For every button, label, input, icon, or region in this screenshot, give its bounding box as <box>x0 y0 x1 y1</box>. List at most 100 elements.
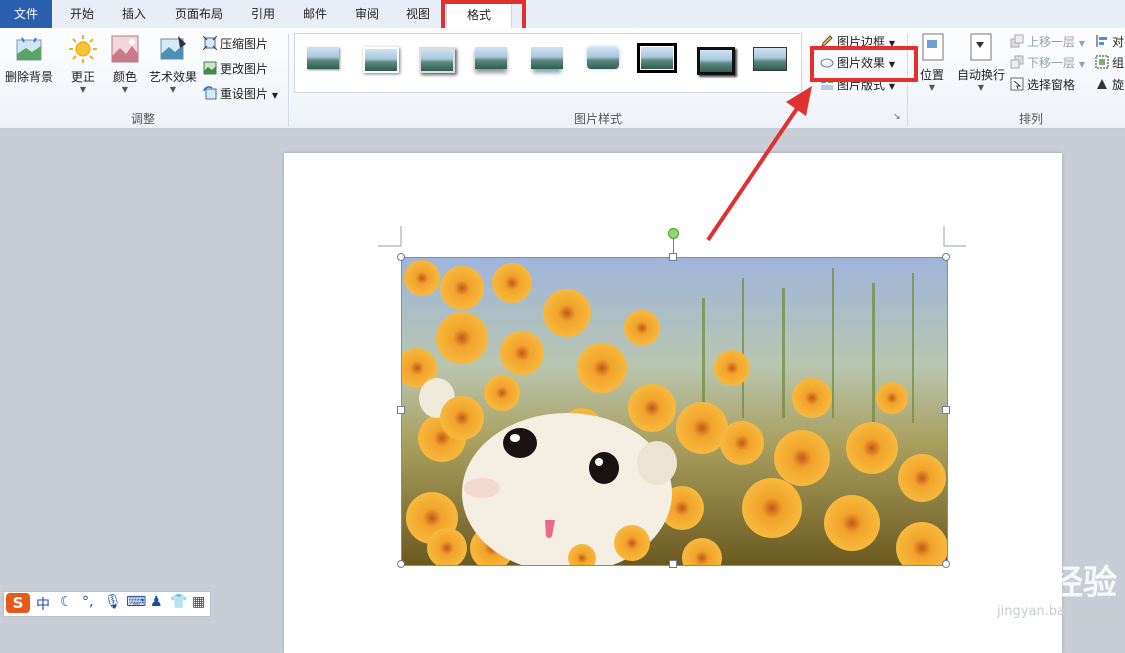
dialog-launcher-icon[interactable]: ↘ <box>893 112 901 122</box>
resize-handle[interactable] <box>942 253 950 261</box>
rotate-icon <box>1097 79 1107 89</box>
picture-style-thumbnail[interactable] <box>471 43 511 75</box>
wrap-text-label: 自动换行 <box>956 68 1005 82</box>
tab-view[interactable]: 视图 <box>394 0 442 28</box>
rotate-button[interactable]: 旋 <box>1095 75 1124 95</box>
tab-review[interactable]: 审阅 <box>342 0 392 28</box>
selection-pane-label: 选择窗格 <box>1027 78 1076 92</box>
bring-forward-icon <box>1010 34 1024 48</box>
wrap-text-button[interactable]: 自动换行 ▼ <box>954 32 1008 92</box>
reset-picture-label: 重设图片 <box>220 87 269 101</box>
sogou-logo-icon[interactable]: S <box>6 593 30 613</box>
dropdown-arrow-icon: ▼ <box>169 85 177 94</box>
selection-pane-button[interactable]: 选择窗格 <box>1010 75 1075 95</box>
remove-background-icon <box>16 37 42 61</box>
picture-style-thumbnail[interactable] <box>749 43 789 75</box>
align-label: 对 <box>1112 35 1125 49</box>
picture-style-thumbnail[interactable] <box>303 43 343 75</box>
compress-icon <box>203 36 217 50</box>
flower-field-photo <box>402 258 947 565</box>
dropdown-arrow-icon: ▼ <box>79 85 87 94</box>
picture-style-thumbnail[interactable] <box>637 43 677 75</box>
skin-shirt-icon[interactable]: 👕 <box>170 594 187 610</box>
grid-menu-icon[interactable]: ▦ <box>192 594 205 610</box>
group-label: 组 <box>1112 56 1125 70</box>
picture-effects-highlight <box>810 46 918 82</box>
artistic-effects-label: 艺术效果 <box>148 70 197 84</box>
resize-handle[interactable] <box>397 406 405 414</box>
keyboard-icon[interactable]: ⌨ <box>126 594 146 610</box>
resize-handle[interactable] <box>669 560 677 568</box>
tab-references[interactable]: 引用 <box>238 0 288 28</box>
rotate-handle[interactable] <box>668 228 679 239</box>
group-icon <box>1095 55 1109 69</box>
send-backward-icon <box>1010 55 1024 69</box>
wrap-text-icon <box>970 33 992 61</box>
group-button[interactable]: 组 <box>1095 53 1124 73</box>
corrections-button[interactable]: 更正 ▼ <box>64 34 102 94</box>
ime-mode-chinese[interactable]: 中 <box>36 594 50 614</box>
dropdown-arrow-icon: ▼ <box>1078 60 1085 69</box>
compress-pictures-label: 压缩图片 <box>220 37 269 51</box>
resize-handle[interactable] <box>942 406 950 414</box>
adjust-group-label: 调整 <box>130 112 155 126</box>
rotate-handle-stem <box>673 238 674 254</box>
remove-background-button[interactable]: 删除背景 <box>2 34 56 85</box>
tab-mailings[interactable]: 邮件 <box>290 0 340 28</box>
bring-forward-label: 上移一层 <box>1027 35 1076 49</box>
position-label: 位置 <box>919 68 944 82</box>
tab-file[interactable]: 文件 <box>0 0 52 28</box>
moon-icon[interactable]: ☾ <box>60 594 73 610</box>
color-button[interactable]: 颜色 ▼ <box>106 34 144 94</box>
sun-icon <box>69 35 97 63</box>
microphone-icon[interactable]: 🎙 <box>104 594 122 610</box>
watermark-url: jingyan.baidu.com <box>997 604 1117 619</box>
ribbon: 删除背景 更正 ▼ 颜色 ▼ 艺术效果 ▼ 压缩图片 更改图片 重设图片 ▼ 调… <box>0 28 1125 129</box>
artistic-effects-button[interactable]: 艺术效果 ▼ <box>146 34 200 94</box>
position-button[interactable]: 位置 ▼ <box>912 32 952 92</box>
resize-handle[interactable] <box>669 253 677 261</box>
ime-toolbar: S 中 ☾ °, 🎙 ⌨ ♟ 👕 ▦ <box>3 591 211 617</box>
resize-handle[interactable] <box>397 253 405 261</box>
color-picture-icon <box>111 35 139 63</box>
reset-picture-button[interactable]: 重设图片 ▼ <box>203 84 278 104</box>
change-picture-button[interactable]: 更改图片 <box>203 59 268 79</box>
picture-style-thumbnail[interactable] <box>527 43 567 75</box>
dropdown-arrow-icon: ▼ <box>888 82 895 91</box>
rotate-label: 旋 <box>1112 78 1125 92</box>
picture-style-thumbnail[interactable] <box>693 43 735 75</box>
send-backward-label: 下移一层 <box>1027 56 1076 70</box>
resize-handle[interactable] <box>397 560 405 568</box>
dropdown-arrow-icon: ▼ <box>928 83 936 92</box>
align-icon <box>1096 35 1107 47</box>
change-picture-label: 更改图片 <box>220 62 269 76</box>
color-label: 颜色 <box>112 70 137 84</box>
selection-pane-icon <box>1010 77 1024 91</box>
watermark-logo: Bai 经验 <box>976 563 1117 603</box>
change-picture-icon <box>203 61 217 75</box>
picture-style-thumbnail[interactable] <box>359 43 399 75</box>
picture-style-thumbnail[interactable] <box>583 43 623 75</box>
send-backward-button[interactable]: 下移一层 ▼ <box>1010 53 1085 73</box>
artistic-effects-icon <box>160 36 186 60</box>
dropdown-arrow-icon: ▼ <box>1078 39 1085 48</box>
corrections-label: 更正 <box>70 70 95 84</box>
punctuation-icon[interactable]: °, <box>82 594 93 610</box>
tab-insert[interactable]: 插入 <box>108 0 160 28</box>
picture-style-thumbnail[interactable] <box>415 43 455 75</box>
selected-picture[interactable] <box>401 257 948 566</box>
group-divider <box>288 34 289 126</box>
dropdown-arrow-icon: ▼ <box>977 83 985 92</box>
compress-pictures-button[interactable]: 压缩图片 <box>203 34 268 54</box>
dropdown-arrow-icon: ▼ <box>271 91 278 100</box>
arrange-group-label: 排列 <box>1018 112 1043 126</box>
align-button[interactable]: 对 <box>1095 32 1124 52</box>
annotation-arrow <box>706 86 812 242</box>
bring-forward-button[interactable]: 上移一层 ▼ <box>1010 32 1085 52</box>
reset-picture-icon <box>203 86 217 100</box>
resize-handle[interactable] <box>942 560 950 568</box>
tab-page-layout[interactable]: 页面布局 <box>164 0 234 28</box>
position-icon <box>922 33 944 61</box>
user-icon[interactable]: ♟ <box>150 594 163 610</box>
tab-home[interactable]: 开始 <box>56 0 108 28</box>
